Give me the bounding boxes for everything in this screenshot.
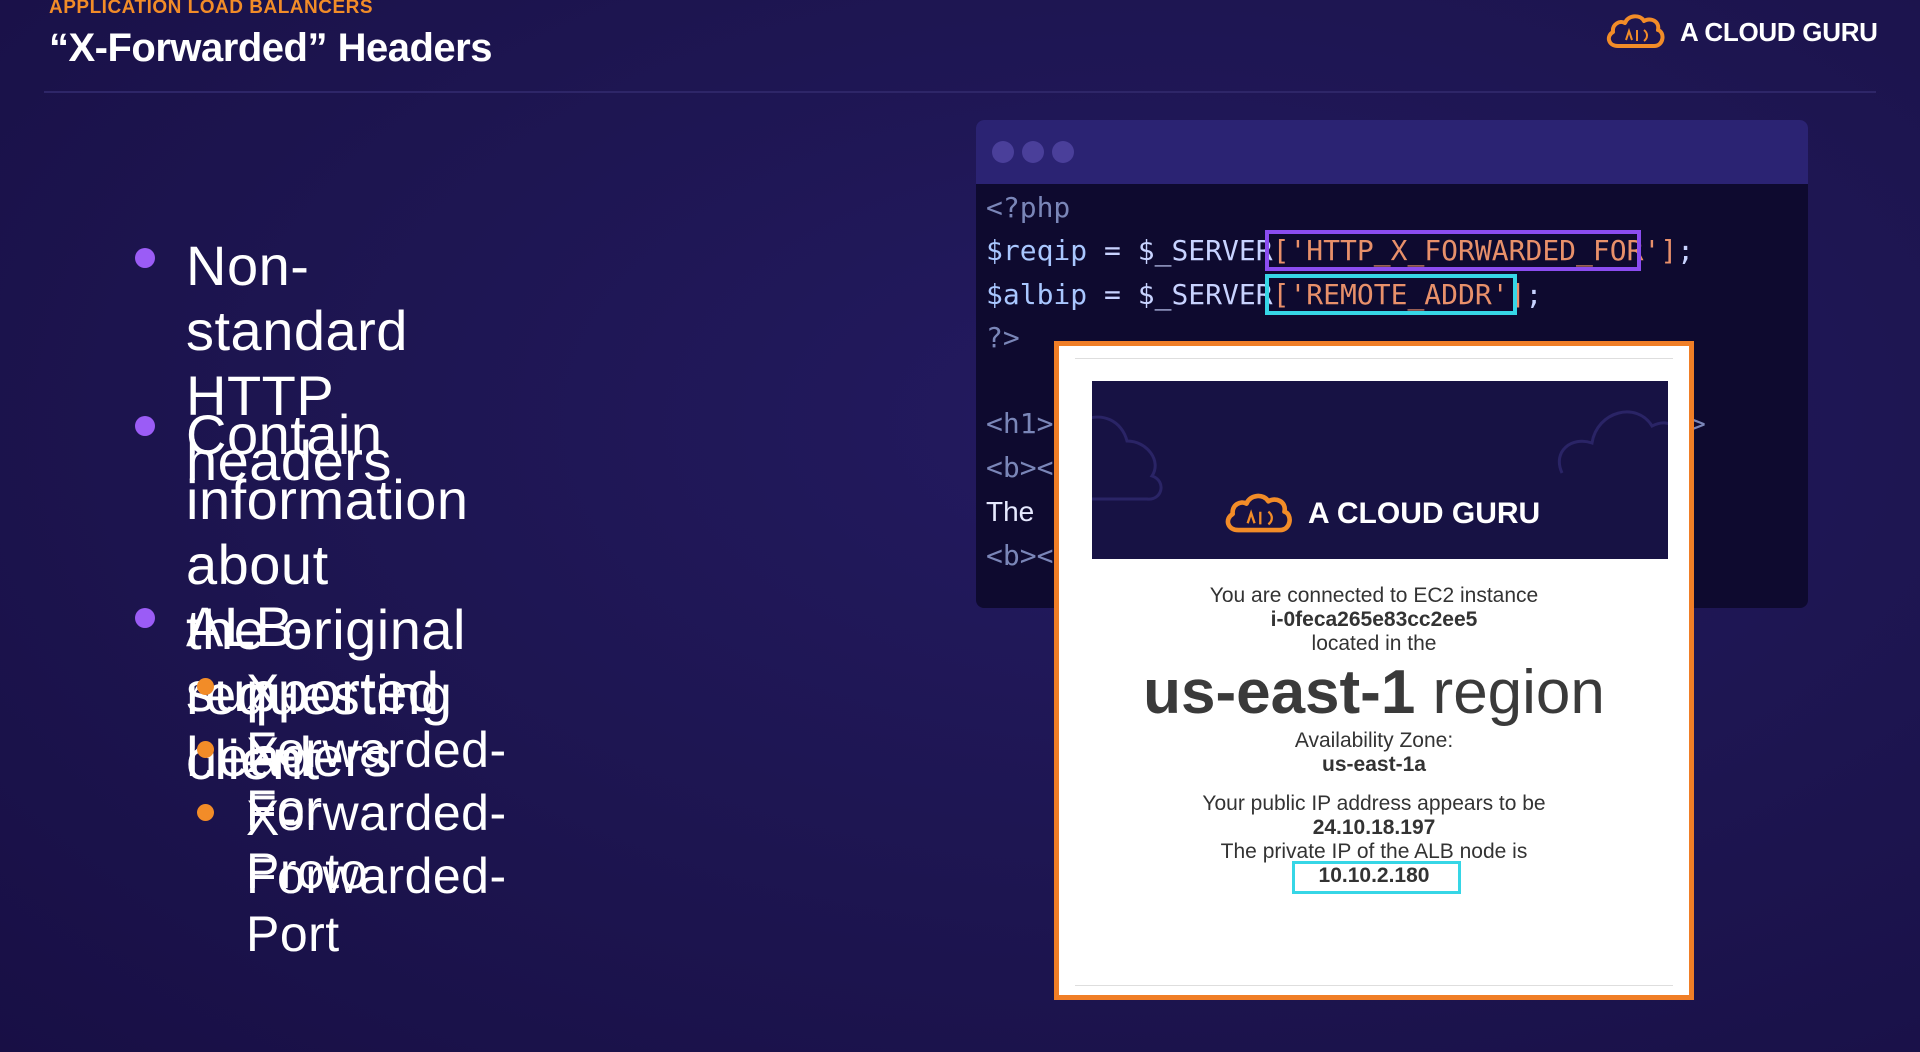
slide-title: “X-Forwarded” Headers: [49, 26, 492, 70]
bullet-dot-icon: [135, 248, 155, 268]
sub-bullet-dot-icon: [197, 741, 214, 758]
az-value: us-east-1a: [1322, 753, 1426, 776]
bullet-dot-icon: [135, 608, 155, 628]
region-word: region: [1432, 658, 1605, 727]
region-heading: us-east-1 region: [1059, 658, 1689, 728]
cloud-logo-icon: [1225, 493, 1292, 533]
code-line: The: [986, 496, 1035, 527]
code-operator: ;: [1525, 278, 1543, 311]
window-dot-icon: [992, 141, 1014, 163]
section-eyebrow: APPLICATION LOAD BALANCERS: [49, 0, 374, 18]
sub-bullet-dot-icon: [197, 804, 214, 821]
remote-addr-highlight: [1265, 274, 1517, 315]
code-operator: = $_SERVER: [1087, 234, 1273, 267]
browser-page-screenshot: A CLOUD GURU You are connected to EC2 in…: [1054, 341, 1694, 1000]
window-dot-icon: [1052, 141, 1074, 163]
page-banner: A CLOUD GURU: [1092, 381, 1668, 559]
region-code: us-east-1: [1143, 658, 1416, 727]
brand-name: A CLOUD GURU: [1680, 16, 1878, 47]
code-line: <?php: [986, 191, 1071, 224]
private-ip-highlight: [1292, 861, 1461, 894]
banner-brand-name: A CLOUD GURU: [1308, 497, 1541, 530]
sub-bullet-dot-icon: [197, 678, 214, 695]
public-ip-value: 24.10.18.197: [1312, 816, 1436, 839]
bullet-text: Non-standard HTTP: [186, 234, 408, 427]
banner-brand: A CLOUD GURU: [1222, 491, 1540, 537]
code-operator: = $_SERVER: [1087, 278, 1273, 311]
code-line: <h1>: [986, 407, 1054, 440]
code-variable: $albip: [986, 278, 1088, 311]
bullet-text: Contain information about: [186, 403, 469, 596]
window-dot-icon: [1022, 141, 1044, 163]
header-divider: [44, 91, 1876, 93]
code-line: ?>: [986, 321, 1020, 354]
cloud-logo-icon: [1606, 14, 1665, 48]
code-operator: ;: [1677, 234, 1695, 267]
bullet-dot-icon: [135, 416, 155, 436]
located-text: located in the: [1311, 632, 1437, 655]
az-label: Availability Zone:: [1294, 729, 1454, 752]
sub-bullet-item: X-Forwarded-Port: [246, 790, 507, 962]
code-variable: $reqip: [986, 234, 1088, 267]
code-line: <b><: [986, 451, 1054, 484]
instance-id: i-0feca265e83cc2ee5: [1270, 608, 1478, 631]
brand-logo: A CLOUD GURU: [1604, 10, 1878, 54]
code-line: <b><: [986, 539, 1054, 572]
public-ip-label: Your public IP address appears to be: [1202, 792, 1546, 815]
window-titlebar: [976, 120, 1808, 184]
forwarded-for-highlight: [1265, 230, 1641, 271]
connected-text: You are connected to EC2 instance: [1209, 584, 1539, 607]
